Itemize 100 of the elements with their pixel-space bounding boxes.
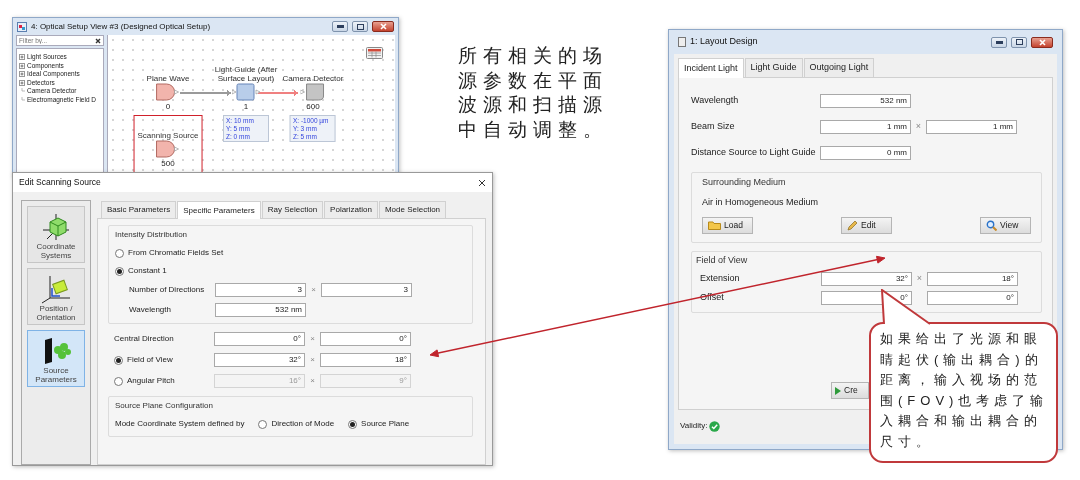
- radio-button[interactable]: [115, 248, 124, 258]
- clear-icon[interactable]: [95, 37, 101, 44]
- sidebar-button[interactable]: Coordinate Systems: [27, 206, 85, 263]
- table-icon[interactable]: [366, 47, 383, 59]
- window-title: 1: Layout Design: [690, 35, 758, 49]
- node-label: Plane Wave: [146, 72, 190, 83]
- expand-icon[interactable]: [19, 71, 25, 78]
- close-icon: [1038, 38, 1046, 46]
- field-label: Number of Directions: [129, 284, 206, 296]
- field-label: Mode Coordinate System defined by: [115, 418, 245, 430]
- times-sign: ×: [914, 119, 923, 133]
- light-guide-node[interactable]: [232, 83, 260, 101]
- minimize-button[interactable]: [332, 21, 348, 32]
- radio-label: Angular Pitch: [127, 375, 175, 387]
- times-sign: ×: [309, 375, 316, 387]
- tab[interactable]: Incident Light: [678, 58, 744, 78]
- button[interactable]: View: [980, 216, 1031, 234]
- tab[interactable]: Polarization: [324, 201, 378, 218]
- tab[interactable]: Light Guide: [744, 58, 803, 77]
- input-field[interactable]: 18°: [320, 353, 411, 367]
- input-field[interactable]: 0°: [927, 291, 1018, 305]
- create-button[interactable]: Cre: [831, 382, 869, 399]
- field-label: Wavelength: [129, 304, 172, 316]
- minimize-button[interactable]: [991, 36, 1007, 48]
- button[interactable]: Edit: [841, 216, 892, 234]
- cube-axes-icon: [40, 211, 72, 242]
- tab[interactable]: Ray Selection: [261, 201, 324, 218]
- input-field[interactable]: 0 mm: [820, 145, 911, 160]
- group-title: Field of View: [696, 253, 749, 267]
- node-label: Scanning Source: [137, 129, 199, 140]
- validity-label: Validity:: [680, 420, 708, 432]
- sidebar-button[interactable]: Source Parameters: [27, 330, 85, 387]
- radio-button[interactable]: [348, 419, 358, 429]
- button[interactable]: Load: [702, 216, 753, 234]
- node-label: Camera Detector: [282, 72, 344, 83]
- folder-icon: [708, 220, 721, 230]
- expand-icon[interactable]: [19, 79, 25, 86]
- close-button[interactable]: [1031, 36, 1053, 48]
- group-title: Source Plane Configuration: [115, 400, 214, 412]
- field-label: Central Direction: [114, 333, 175, 345]
- window-icon: [17, 21, 27, 32]
- input-field[interactable]: 3: [215, 283, 306, 297]
- radio-label: Constant 1: [128, 265, 167, 277]
- detector-node[interactable]: [301, 83, 325, 101]
- sidebar-button[interactable]: Position / Orientation: [27, 268, 85, 325]
- radio-label: From Chromatic Fields Set: [128, 247, 224, 259]
- field-label: Extension: [700, 272, 741, 286]
- input-field[interactable]: 0°: [320, 332, 411, 346]
- radio-label: Field of View: [127, 354, 173, 366]
- node-number: 0: [165, 101, 171, 113]
- axes-square-icon: [40, 273, 72, 304]
- tab[interactable]: Outgoing Light: [803, 58, 875, 77]
- radio-label: Direction of Mode: [271, 418, 335, 430]
- group-title: Intensity Distribution: [115, 229, 189, 241]
- tab[interactable]: Mode Selection: [378, 201, 447, 218]
- field-label: Beam Size: [691, 119, 736, 133]
- node-number: 600: [306, 101, 320, 113]
- expand-icon[interactable]: [19, 62, 25, 69]
- callout-text: 如果给出了光源和眼睛起伏(输出耦合)的距离，输入视场的范围(FOV)也考虑了输入耦合和输出耦合的尺寸。: [880, 330, 1050, 451]
- maximize-button[interactable]: [352, 21, 368, 32]
- maximize-icon: [356, 23, 364, 30]
- close-icon: [379, 23, 387, 30]
- input-field[interactable]: 3: [321, 283, 412, 297]
- input-field[interactable]: 1 mm: [926, 119, 1017, 134]
- source-node[interactable]: [156, 83, 180, 101]
- expand-icon[interactable]: [19, 54, 25, 61]
- close-icon[interactable]: [478, 178, 486, 187]
- node-label: Light Guide (After Surface Layout): [213, 63, 279, 83]
- times-sign: ×: [309, 354, 316, 366]
- input-field[interactable]: 1 mm: [820, 119, 911, 134]
- radio-button[interactable]: [115, 266, 124, 276]
- field-label: Wavelength: [691, 93, 740, 107]
- tab[interactable]: Basic Parameters: [101, 201, 177, 218]
- tab[interactable]: Specific Parameters: [177, 201, 261, 219]
- input-field[interactable]: 0°: [214, 332, 305, 346]
- window-title: 4: Optical Setup View #3 (Designed Optical Setup): [31, 20, 211, 33]
- input-field[interactable]: 532 nm: [215, 303, 306, 317]
- input-field[interactable]: 32°: [214, 353, 305, 367]
- minimize-icon: [995, 40, 1003, 44]
- maximize-button[interactable]: [1011, 36, 1027, 48]
- radio-button[interactable]: [258, 419, 268, 429]
- maximize-icon: [1015, 39, 1023, 45]
- radio-label: Source Plane: [361, 418, 410, 430]
- source-node[interactable]: [156, 140, 180, 158]
- dialog-title: Edit Scanning Source: [19, 176, 101, 189]
- input-field[interactable]: 18°: [927, 272, 1018, 286]
- group-title: Surrounding Medium: [702, 175, 787, 189]
- input-field[interactable]: 32°: [821, 272, 912, 286]
- window-icon: [678, 37, 686, 47]
- pencil-icon: [847, 219, 858, 231]
- search-icon: [986, 219, 997, 231]
- medium-text: Air in Homogeneous Medium: [702, 196, 820, 209]
- radio-button[interactable]: [114, 355, 123, 365]
- field-label: Offset: [700, 291, 725, 305]
- node-number: 1: [243, 101, 249, 113]
- node-number: 500: [161, 158, 175, 170]
- minimize-icon: [336, 25, 344, 28]
- input-field[interactable]: 532 nm: [820, 93, 911, 108]
- close-button[interactable]: [372, 21, 394, 32]
- times-sign: ×: [915, 272, 924, 286]
